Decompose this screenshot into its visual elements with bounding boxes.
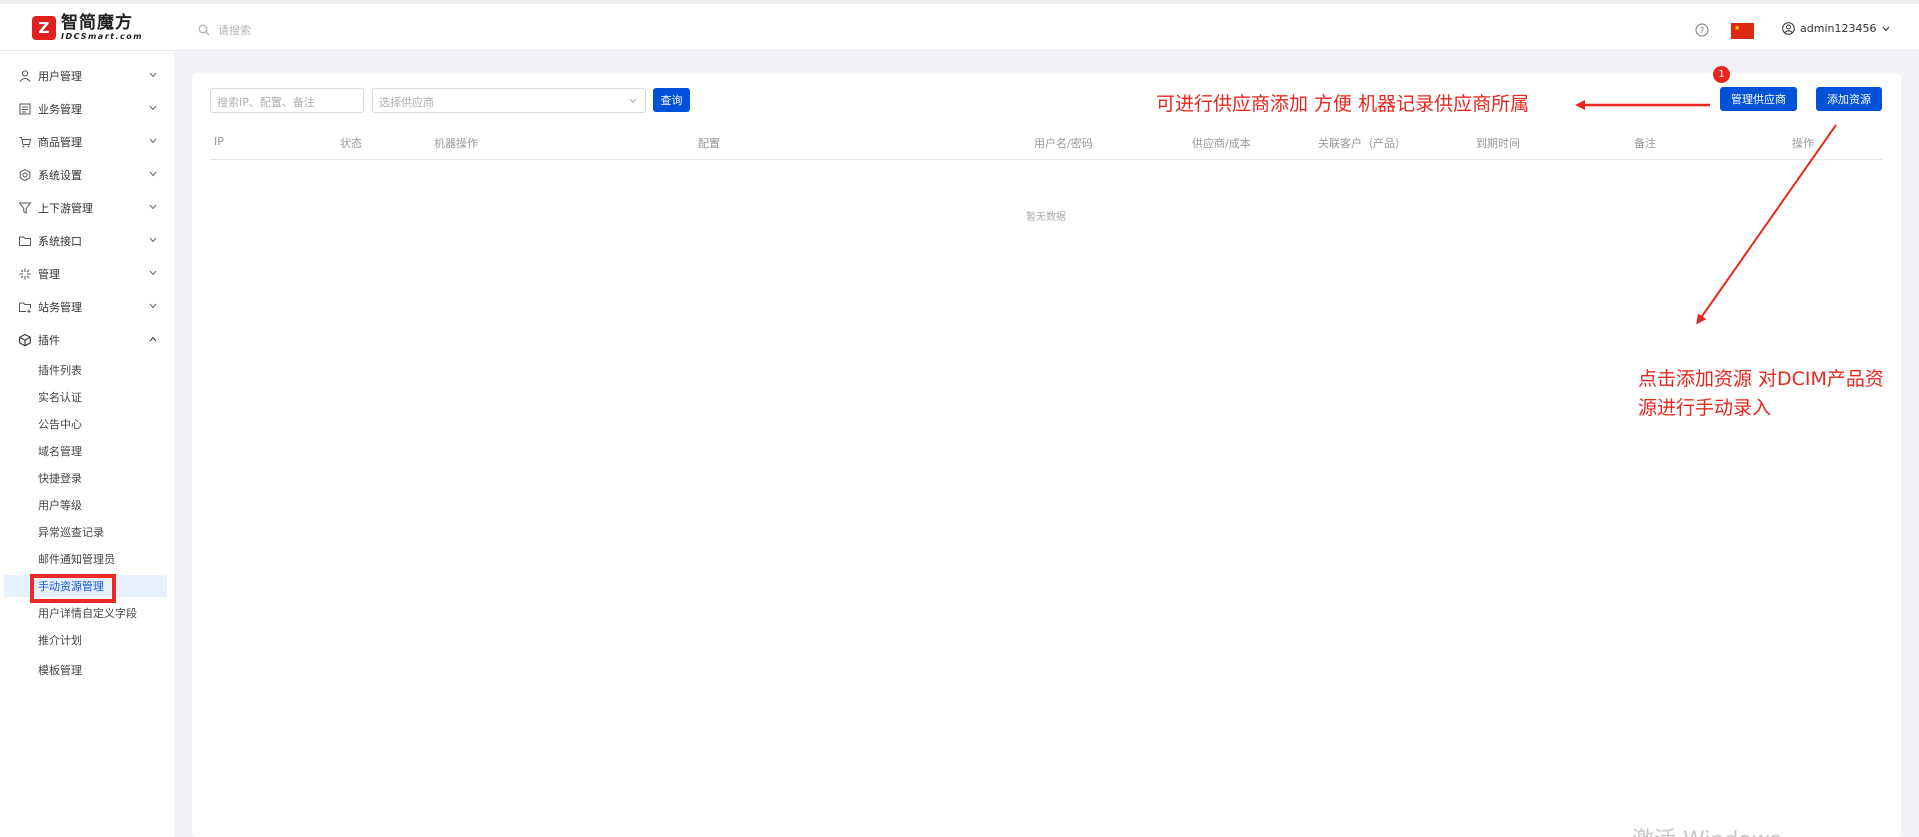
windows-activation-watermark: 激活 Windows [1632,822,1781,837]
arrow-to-add-resource-note [1696,124,1837,325]
annotation-arrows [1575,100,1837,325]
